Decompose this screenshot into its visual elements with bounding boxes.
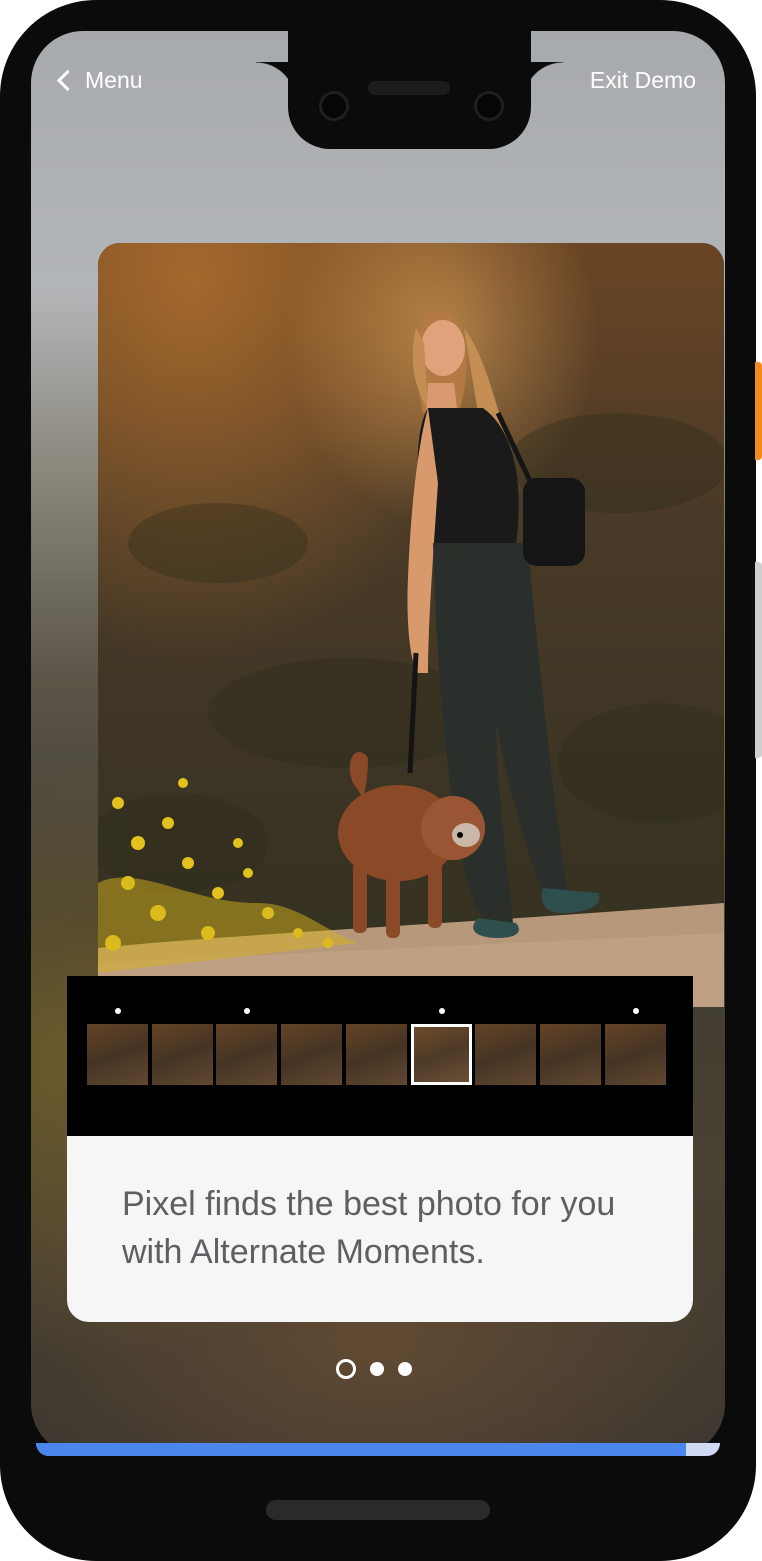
filmstrip-frame-selected[interactable] <box>411 1024 472 1085</box>
page-dot[interactable] <box>398 1362 412 1376</box>
filmstrip-frame[interactable] <box>281 1024 342 1085</box>
home-indicator <box>266 1500 490 1520</box>
volume-button <box>755 562 762 758</box>
camera-notch <box>288 31 531 149</box>
demo-progress-bar <box>36 1443 720 1456</box>
filmstrip-frame[interactable] <box>605 1024 666 1085</box>
menu-label: Menu <box>85 67 143 93</box>
filmstrip-frame[interactable] <box>540 1024 601 1085</box>
filmstrip-frame[interactable] <box>152 1024 213 1085</box>
caption-text: Pixel finds the best photo for you with … <box>122 1185 616 1271</box>
filmstrip-frame[interactable] <box>216 1024 277 1085</box>
frame-marker-dot <box>115 1008 121 1014</box>
frame-marker-dot <box>633 1008 639 1014</box>
photo-viewer <box>98 243 724 1007</box>
menu-back-button[interactable]: Menu <box>56 66 143 94</box>
frame-marker-dot <box>439 1008 445 1014</box>
page-indicator <box>336 1358 412 1380</box>
chevron-left-icon <box>56 69 79 92</box>
earpiece-speaker <box>368 81 450 95</box>
exit-demo-button[interactable]: Exit Demo <box>590 66 696 94</box>
exit-demo-label: Exit Demo <box>589 67 696 93</box>
notch-corner-right <box>523 62 563 102</box>
filmstrip-frame[interactable] <box>475 1024 536 1085</box>
alternate-moments-filmstrip <box>67 976 693 1136</box>
phone-frame: Menu Exit Demo Pixel finds the best phot… <box>0 0 762 1561</box>
frame-marker-dot <box>244 1008 250 1014</box>
front-camera-left <box>319 91 349 121</box>
filmstrip-frame[interactable] <box>87 1024 148 1085</box>
hero-photo <box>98 243 724 1007</box>
demo-progress-fill <box>36 1443 686 1456</box>
notch-corner-left <box>256 62 296 102</box>
power-button <box>755 362 762 460</box>
page-dot-active[interactable] <box>336 1359 356 1379</box>
caption-card: Pixel finds the best photo for you with … <box>67 1136 693 1322</box>
page-dot[interactable] <box>370 1362 384 1376</box>
front-camera-right <box>474 91 504 121</box>
filmstrip-frame[interactable] <box>346 1024 407 1085</box>
